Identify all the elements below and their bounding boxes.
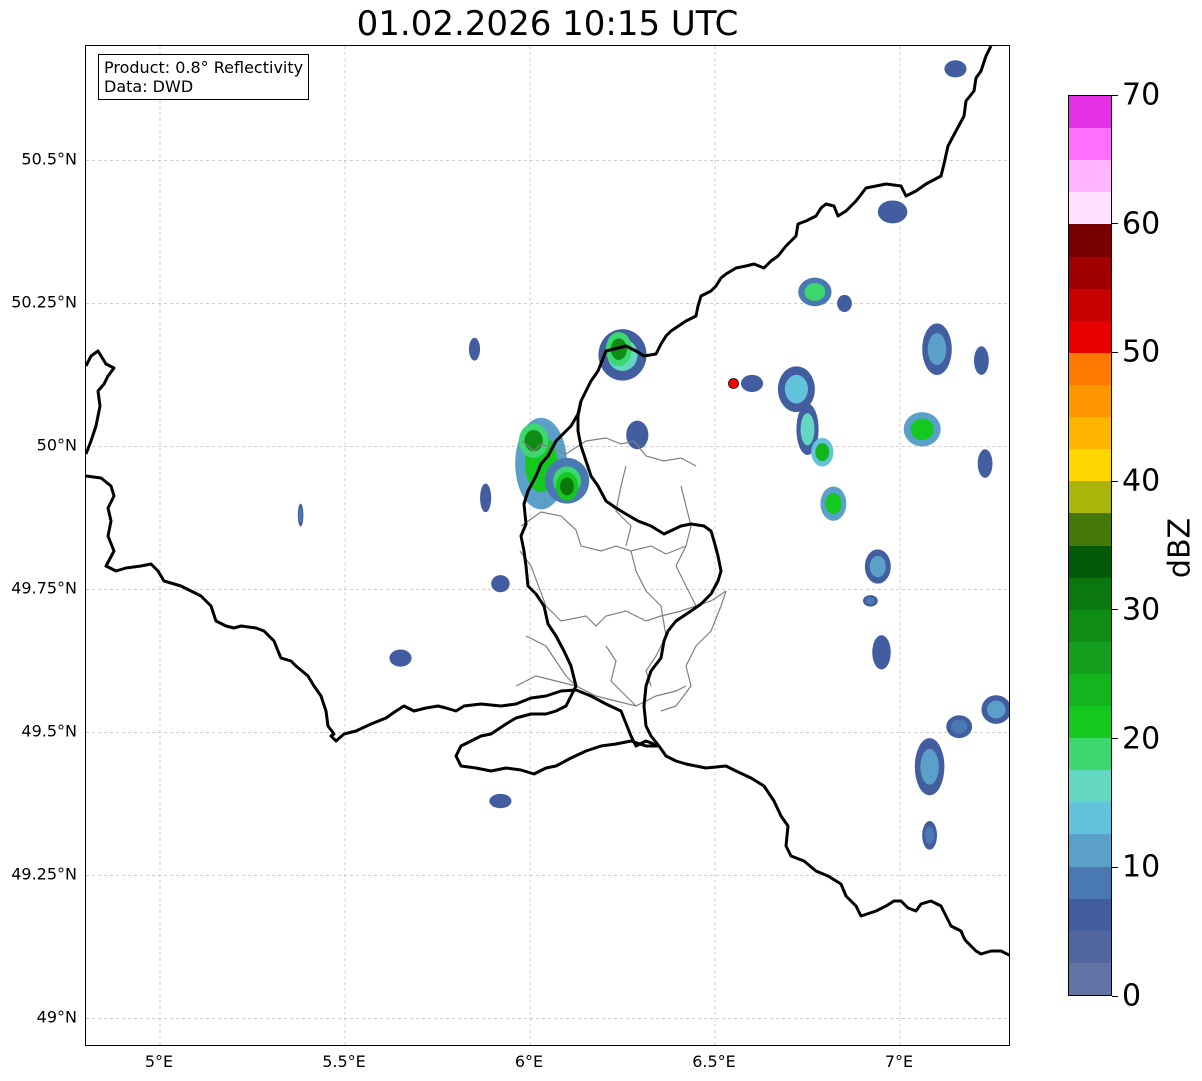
latitude-tick-label: 50°N xyxy=(36,435,77,455)
colorbar-unit-label: dBZ xyxy=(1162,517,1198,579)
colorbar-segment xyxy=(1069,544,1111,578)
colorbar-segment xyxy=(1069,288,1111,321)
radar-echo-core xyxy=(804,283,826,301)
radar-site-marker xyxy=(728,378,739,389)
radar-echo-core xyxy=(951,719,968,734)
radar-echo-core xyxy=(524,429,543,452)
radar-echo-core xyxy=(910,418,934,440)
map-title: 01.02.2026 10:15 UTC xyxy=(356,4,739,44)
colorbar-tick-label: 10 xyxy=(1122,849,1161,885)
colorbar-segment xyxy=(1069,352,1111,385)
radar-echo-core xyxy=(471,342,478,357)
colorbar-tick-label: 60 xyxy=(1122,206,1161,242)
longitude-tick-label: 6.5°E xyxy=(692,1052,736,1071)
colorbar-segment xyxy=(1069,448,1111,482)
radar-echo-core xyxy=(875,641,888,664)
colorbar-segment xyxy=(1069,416,1111,450)
colorbar-tick-label: 70 xyxy=(1122,77,1161,113)
radar-echo-core xyxy=(493,796,508,806)
radar-echo-core xyxy=(800,413,815,446)
radar-echo-core xyxy=(865,597,876,605)
colorbar-tick-label: 20 xyxy=(1122,721,1161,757)
colorbar-segment xyxy=(1069,705,1111,739)
colorbar-segment xyxy=(1069,480,1111,514)
radar-echo-core xyxy=(482,488,490,507)
colorbar-tick xyxy=(1112,738,1118,740)
radar-echo-core xyxy=(839,298,850,309)
colorbar-segment xyxy=(1069,223,1111,257)
product-info-box: Product: 0.8° Reflectivity Data: DWD xyxy=(98,54,310,100)
radar-echoes xyxy=(297,60,1009,850)
colorbar-segment xyxy=(1069,769,1111,803)
latitude-tick-label: 49.75°N xyxy=(11,578,77,598)
colorbar-tick-label: 40 xyxy=(1122,463,1161,499)
colorbar-segment xyxy=(1069,159,1111,193)
colorbar-segment xyxy=(1069,737,1111,771)
colorbar-tick-label: 50 xyxy=(1122,334,1161,370)
radar-echo-core xyxy=(883,204,902,220)
colorbar-segment xyxy=(1069,641,1111,674)
colorbar-segment xyxy=(1069,801,1111,835)
longitude-tick-label: 7°E xyxy=(884,1052,914,1071)
radar-echo-core xyxy=(560,477,574,496)
colorbar-segment xyxy=(1069,962,1111,995)
radar-echo-core xyxy=(980,454,990,473)
radar-echo-core xyxy=(298,507,303,523)
radar-echo-core xyxy=(869,555,886,578)
radar-echo-core xyxy=(948,63,963,75)
colorbar-segment xyxy=(1069,577,1111,610)
colorbar-tick xyxy=(1112,223,1118,225)
radar-echo-core xyxy=(815,443,830,462)
colorbar-tick xyxy=(1112,866,1118,868)
latitude-tick-label: 50.25°N xyxy=(11,292,77,312)
latitude-tick-label: 50.5°N xyxy=(21,149,77,169)
colorbar-tick-label: 30 xyxy=(1122,592,1161,628)
colorbar-segment xyxy=(1069,127,1111,161)
colorbar-tick xyxy=(1112,351,1118,353)
longitude-tick-label: 5.5°E xyxy=(322,1052,366,1071)
colorbar-segment xyxy=(1069,898,1111,931)
colorbar-segment xyxy=(1069,609,1111,642)
colorbar-segment xyxy=(1069,255,1111,289)
radar-echo-core xyxy=(393,652,408,664)
radar-echo-core xyxy=(924,826,935,845)
radar-echo-core xyxy=(745,378,759,389)
colorbar-tick xyxy=(1112,995,1118,997)
data-source-label: Data: DWD xyxy=(104,77,194,96)
longitude-tick-label: 6°E xyxy=(514,1052,544,1071)
colorbar-segment xyxy=(1069,320,1111,353)
colorbar-tick xyxy=(1112,480,1118,482)
colorbar-segment xyxy=(1069,930,1111,963)
radar-echo-core xyxy=(494,578,507,590)
colorbar-tick xyxy=(1112,94,1118,96)
colorbar-segment xyxy=(1069,96,1111,129)
colorbar-segment xyxy=(1069,865,1111,899)
colorbar-segment xyxy=(1069,384,1111,418)
colorbar-segment xyxy=(1069,833,1111,867)
colorbar-segment xyxy=(1069,191,1111,225)
longitude-tick-label: 5°E xyxy=(144,1052,174,1071)
radar-echo-core xyxy=(920,748,939,785)
radar-echo-core xyxy=(986,700,1006,719)
latitude-tick-label: 49.5°N xyxy=(21,721,77,741)
map-frame: Product: 0.8° Reflectivity Data: DWD xyxy=(85,45,1010,1046)
radar-echo-core xyxy=(976,351,987,370)
colorbar xyxy=(1068,95,1112,996)
product-label: Product: 0.8° Reflectivity xyxy=(104,58,304,77)
radar-echo-core xyxy=(927,333,947,366)
radar-site-dot xyxy=(728,378,739,389)
latitude-tick-label: 49°N xyxy=(36,1007,77,1027)
radar-echo-core xyxy=(825,492,842,515)
colorbar-tick-label: 0 xyxy=(1122,978,1142,1014)
radar-echo-core xyxy=(784,374,808,404)
gridlines xyxy=(86,46,1009,1045)
colorbar-tick xyxy=(1112,609,1118,611)
radar-map xyxy=(86,46,1009,1045)
colorbar-segment xyxy=(1069,512,1111,546)
latitude-tick-label: 49.25°N xyxy=(11,864,77,884)
colorbar-segment xyxy=(1069,673,1111,707)
